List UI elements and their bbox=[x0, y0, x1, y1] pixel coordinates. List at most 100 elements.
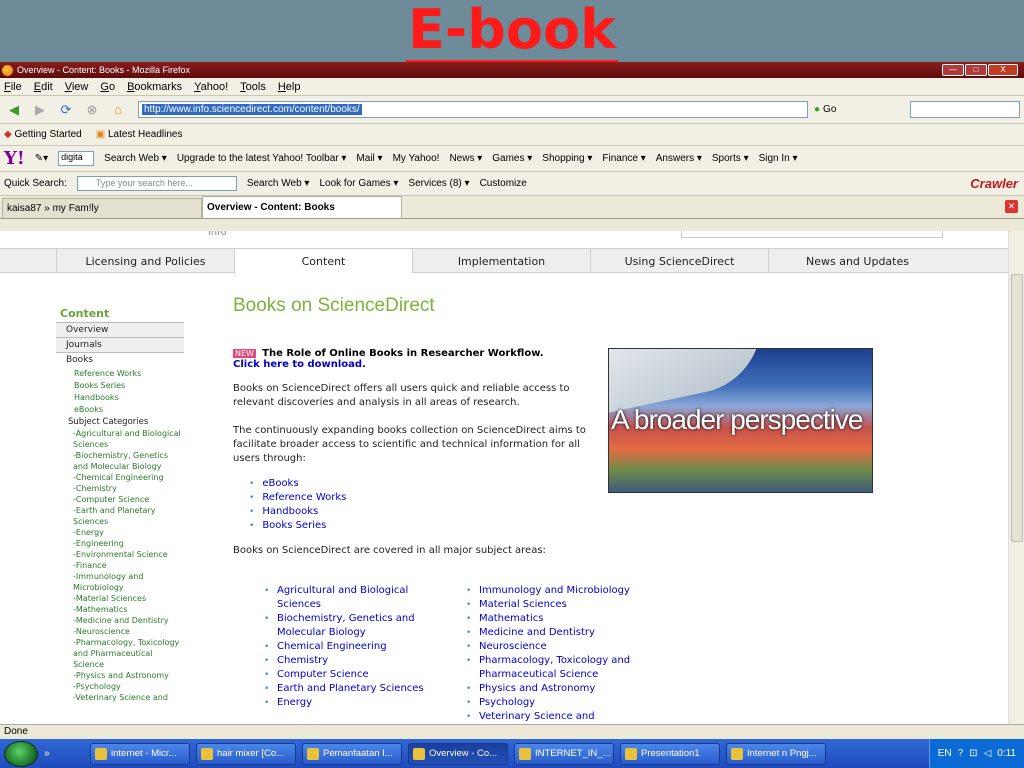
subject-link[interactable]: Physics and Astronomy bbox=[466, 682, 646, 696]
clock[interactable]: 0:11 bbox=[997, 748, 1016, 759]
menu-edit[interactable]: Edit bbox=[34, 81, 53, 93]
sidebar-subject[interactable]: -Psychology bbox=[56, 681, 184, 692]
taskbar-button[interactable]: Internet n Pngj... bbox=[726, 742, 826, 765]
yahoo-games[interactable]: Games ▾ bbox=[492, 153, 532, 164]
sidebar-subject[interactable]: -Mathematics bbox=[56, 604, 184, 615]
subject-link[interactable]: Biochemistry, Genetics and Molecular Bio… bbox=[264, 612, 424, 640]
close-tab-icon[interactable]: ✕ bbox=[1005, 200, 1018, 213]
sidebar-item-books[interactable]: Books bbox=[56, 353, 184, 368]
minimize-button[interactable]: — bbox=[942, 64, 964, 76]
subject-link[interactable]: Mathematics bbox=[466, 612, 646, 626]
bookmark-getting-started[interactable]: ◆ Getting Started bbox=[4, 129, 82, 140]
taskbar-button[interactable]: Presentation1 bbox=[620, 742, 720, 765]
go-button[interactable]: ● Go bbox=[814, 104, 836, 115]
nav-tab-content[interactable]: Content bbox=[234, 249, 412, 274]
taskbar-button[interactable]: INTERNET_IN_... bbox=[514, 742, 614, 765]
crawler-logo[interactable]: Crawler bbox=[970, 176, 1018, 191]
sidebar-subject[interactable]: -Immunology and Microbiology bbox=[56, 571, 184, 593]
yahoo-search-web[interactable]: Search Web ▾ bbox=[104, 153, 167, 164]
tab-overview-content-books[interactable]: Overview - Content: Books bbox=[202, 196, 402, 218]
subject-link[interactable]: Psychology bbox=[466, 696, 646, 710]
subject-link[interactable]: Chemical Engineering bbox=[264, 640, 424, 654]
yahoo-finance[interactable]: Finance ▾ bbox=[602, 153, 645, 164]
book-type-link[interactable]: Handbooks bbox=[262, 505, 603, 519]
yahoo-search-select[interactable]: digita bbox=[58, 151, 95, 166]
start-button[interactable] bbox=[4, 740, 38, 767]
menu-view[interactable]: View bbox=[65, 81, 89, 93]
nav-tab-using-sciencedirect[interactable]: Using ScienceDirect bbox=[590, 249, 768, 273]
yahoo-answers[interactable]: Answers ▾ bbox=[656, 153, 702, 164]
taskbar-button[interactable]: Pemanfaatan I... bbox=[302, 742, 402, 765]
nav-tab-news-updates[interactable]: News and Updates bbox=[768, 249, 946, 273]
sidebar-subject[interactable]: -Earth and Planetary Sciences bbox=[56, 505, 184, 527]
nav-tab-implementation[interactable]: Implementation bbox=[412, 249, 590, 273]
broader-perspective-banner[interactable]: A broader perspective bbox=[608, 348, 873, 493]
sidebar-subject[interactable]: -Biochemistry, Genetics and Molecular Bi… bbox=[56, 450, 184, 472]
qs-search-web[interactable]: Search Web ▾ bbox=[247, 178, 310, 189]
menu-help[interactable]: Help bbox=[278, 81, 301, 93]
sidebar-subject[interactable]: -Agricultural and Biological Sciences bbox=[56, 428, 184, 450]
menu-yahoo[interactable]: Yahoo! bbox=[194, 81, 228, 93]
nav-tab-licensing[interactable]: Licensing and Policies bbox=[56, 249, 234, 273]
pencil-icon[interactable]: ✎▾ bbox=[35, 153, 48, 164]
subject-link[interactable]: Material Sciences bbox=[466, 598, 646, 612]
subject-link[interactable]: Medicine and Dentistry bbox=[466, 626, 646, 640]
sidebar-sub-ebooks[interactable]: eBooks bbox=[56, 404, 184, 416]
subject-link[interactable]: Computer Science bbox=[264, 668, 424, 682]
menu-file[interactable]: File bbox=[4, 81, 22, 93]
sidebar-subject[interactable]: -Computer Science bbox=[56, 494, 184, 505]
yahoo-sports[interactable]: Sports ▾ bbox=[712, 153, 749, 164]
tab-kaisa87[interactable]: kaisa87 » my Fam!ly bbox=[2, 198, 202, 218]
taskbar-button[interactable]: internet - Micr... bbox=[90, 742, 190, 765]
network-icon[interactable]: ⊡ bbox=[969, 748, 977, 759]
quick-search-input[interactable]: Type your search here... bbox=[76, 176, 237, 191]
yahoo-shopping[interactable]: Shopping ▾ bbox=[542, 153, 592, 164]
sidebar-subject[interactable]: -Energy bbox=[56, 527, 184, 538]
sidebar-subject[interactable]: -Veterinary Science and bbox=[56, 692, 184, 703]
menu-tools[interactable]: Tools bbox=[240, 81, 266, 93]
qs-look-for-games[interactable]: Look for Games ▾ bbox=[319, 178, 398, 189]
book-type-link[interactable]: Reference Works bbox=[262, 491, 603, 505]
language-indicator[interactable]: EN bbox=[938, 748, 952, 759]
taskbar-button[interactable]: hair mixer [Co... bbox=[196, 742, 296, 765]
sidebar-subject[interactable]: -Chemistry bbox=[56, 483, 184, 494]
address-bar[interactable]: http://www.info.sciencedirect.com/conten… bbox=[138, 101, 808, 118]
reload-icon[interactable]: ⟳ bbox=[56, 100, 76, 120]
sidebar-subject[interactable]: -Medicine and Dentistry bbox=[56, 615, 184, 626]
sidebar-item-journals[interactable]: Journals bbox=[56, 338, 184, 353]
sidebar-subject[interactable]: -Pharmacology, Toxicology and Pharmaceut… bbox=[56, 637, 184, 670]
sidebar-item-overview[interactable]: Overview bbox=[56, 323, 184, 338]
search-box[interactable] bbox=[910, 101, 1020, 118]
taskbar-button-active[interactable]: Overview - Co... bbox=[408, 742, 508, 765]
yahoo-news[interactable]: News ▾ bbox=[449, 153, 482, 164]
download-link[interactable]: Click here to download. bbox=[233, 359, 366, 370]
book-type-link[interactable]: eBooks bbox=[262, 477, 603, 491]
sidebar-subject[interactable]: -Environmental Science bbox=[56, 549, 184, 560]
sidebar-sub-books-series[interactable]: Books Series bbox=[56, 380, 184, 392]
quick-launch-chevron[interactable]: » bbox=[44, 748, 84, 759]
yahoo-upgrade[interactable]: Upgrade to the latest Yahoo! Toolbar ▾ bbox=[177, 153, 347, 164]
yahoo-sign-in[interactable]: Sign In ▾ bbox=[759, 153, 798, 164]
subject-link[interactable]: Pharmacology, Toxicology and Pharmaceuti… bbox=[466, 654, 646, 682]
subject-link[interactable]: Earth and Planetary Sciences bbox=[264, 682, 424, 696]
maximize-button[interactable]: □ bbox=[965, 64, 987, 76]
subject-link[interactable]: Agricultural and Biological Sciences bbox=[264, 584, 424, 612]
forward-arrow-icon[interactable]: ▶ bbox=[30, 100, 50, 120]
book-type-link[interactable]: Books Series bbox=[262, 519, 603, 533]
qs-customize[interactable]: Customize bbox=[480, 178, 527, 189]
subject-link[interactable]: Neuroscience bbox=[466, 640, 646, 654]
help-icon[interactable]: ? bbox=[958, 748, 964, 759]
sidebar-subject[interactable]: -Engineering bbox=[56, 538, 184, 549]
sidebar-subject[interactable]: -Chemical Engineering bbox=[56, 472, 184, 483]
vertical-scrollbar[interactable] bbox=[1008, 231, 1024, 724]
volume-icon[interactable]: ◁ bbox=[984, 748, 992, 759]
home-icon[interactable]: ⌂ bbox=[108, 100, 128, 120]
yahoo-mail[interactable]: Mail ▾ bbox=[356, 153, 382, 164]
subject-link[interactable]: Chemistry bbox=[264, 654, 424, 668]
sidebar-subject[interactable]: -Finance bbox=[56, 560, 184, 571]
menu-go[interactable]: Go bbox=[100, 81, 115, 93]
subject-link[interactable]: Energy bbox=[264, 696, 424, 710]
scrollbar-thumb[interactable] bbox=[1011, 274, 1023, 542]
sidebar-sub-reference-works[interactable]: Reference Works bbox=[56, 368, 184, 380]
sidebar-subject[interactable]: -Physics and Astronomy bbox=[56, 670, 184, 681]
